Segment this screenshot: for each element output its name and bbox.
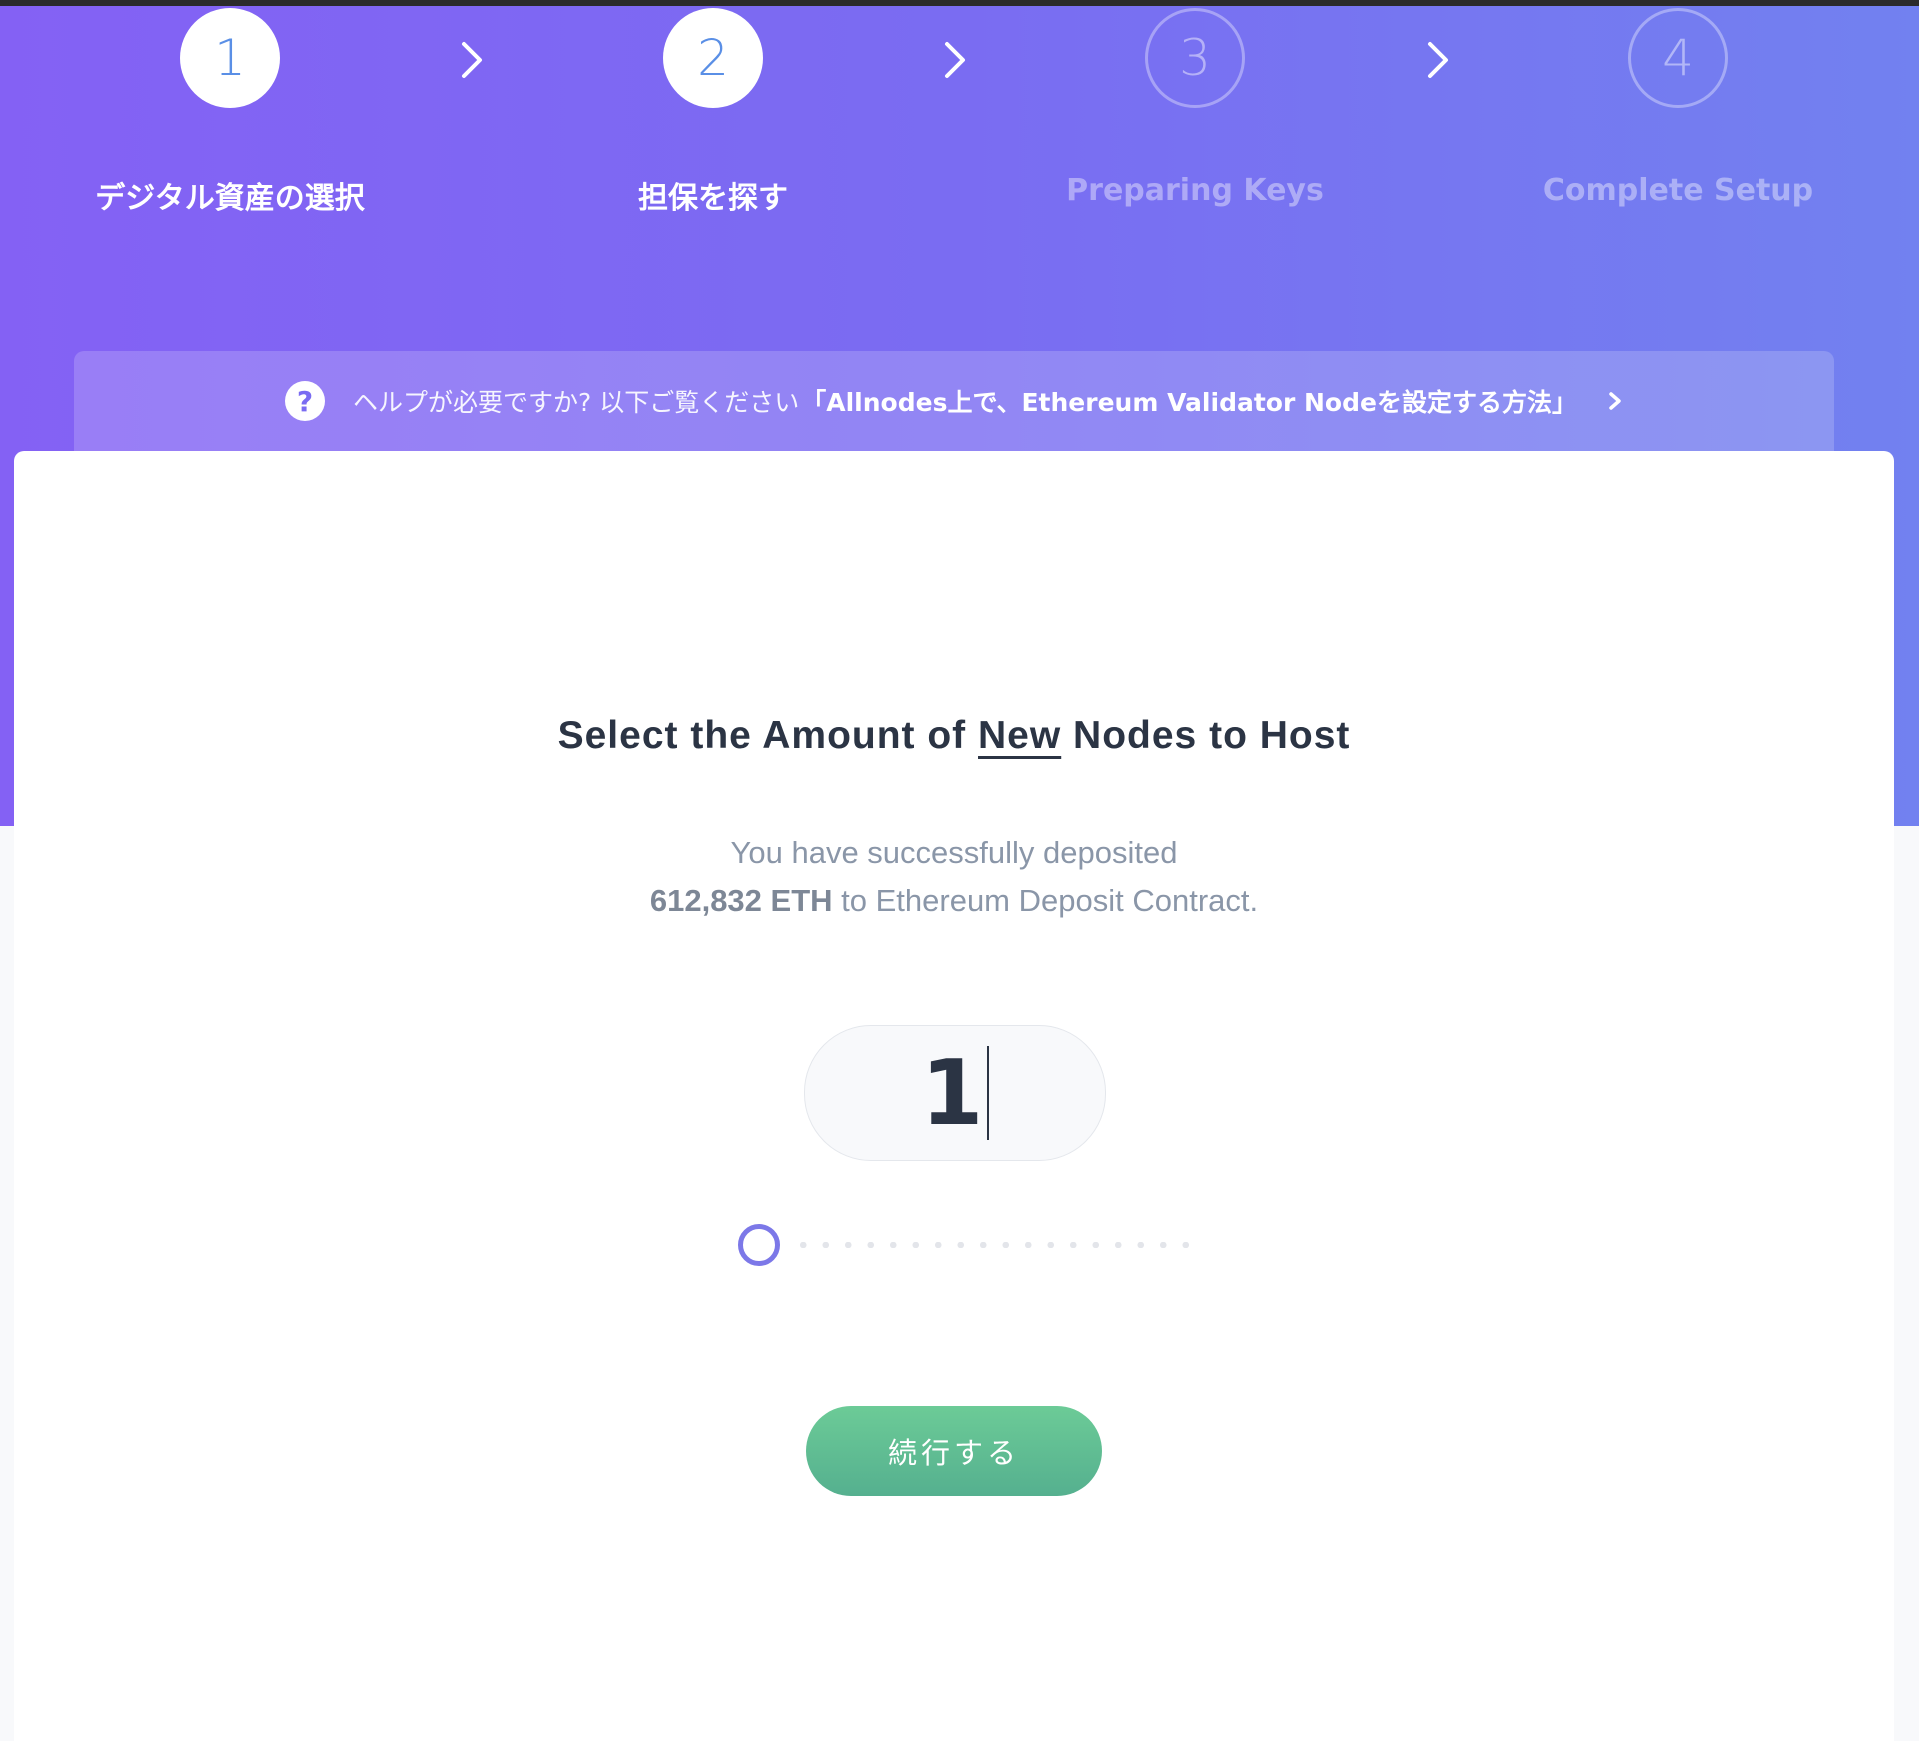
title-part: Nodes to Host [1061,714,1351,757]
step-3-circle: 3 [1145,8,1245,108]
node-count-slider[interactable] [724,1222,1204,1272]
step-4-number: 4 [1662,29,1694,87]
step-4-label: Complete Setup [1542,173,1814,208]
page-title: Select the Amount of New Nodes to Host [14,714,1894,758]
title-emphasis: New [978,714,1062,757]
chevron-right-icon [1609,392,1621,410]
step-1-number: 1 [214,29,246,87]
deposit-message-line-2: 612,832 ETH to Ethereum Deposit Contract… [14,883,1894,919]
step-2-label: 担保を探す [638,181,788,216]
step-1-label: デジタル資産の選択 [95,181,365,216]
step-3-number: 3 [1179,29,1211,87]
question-icon: ? [285,381,326,421]
step-1-circle: 1 [180,8,280,108]
node-count-value[interactable]: 1 [921,1041,984,1146]
step-3-label: Preparing Keys [1066,173,1324,208]
chevron-right-icon [462,42,482,78]
slider-handle[interactable] [738,1224,780,1266]
deposit-destination: to Ethereum Deposit Contract. [832,883,1259,918]
help-text: ヘルプが必要ですか? 以下ご覧ください [353,388,800,417]
deposit-message-line-1: You have successfully deposited [730,835,1178,870]
main-card: Select the Amount of New Nodes to Host Y… [14,451,1894,1741]
step-2-number: 2 [697,29,729,87]
title-part: Select the Amount of [557,714,979,757]
node-count-input[interactable]: 1 [804,1025,1106,1161]
deposit-amount: 612,832 ETH [649,883,833,918]
help-guide-link[interactable]: 「Allnodes上で、Ethereum Validator Nodeを設定する… [801,383,1577,419]
step-4-circle: 4 [1628,8,1728,108]
slider-track[interactable] [792,1242,1192,1248]
continue-button[interactable]: 続行する [806,1406,1102,1496]
help-banner[interactable]: ? ヘルプが必要ですか? 以下ご覧ください 「Allnodes上で、Ethere… [74,351,1834,451]
text-cursor [987,1046,990,1140]
chevron-right-icon [945,42,965,78]
step-2-circle: 2 [663,8,763,108]
chevron-right-icon [1428,42,1448,78]
